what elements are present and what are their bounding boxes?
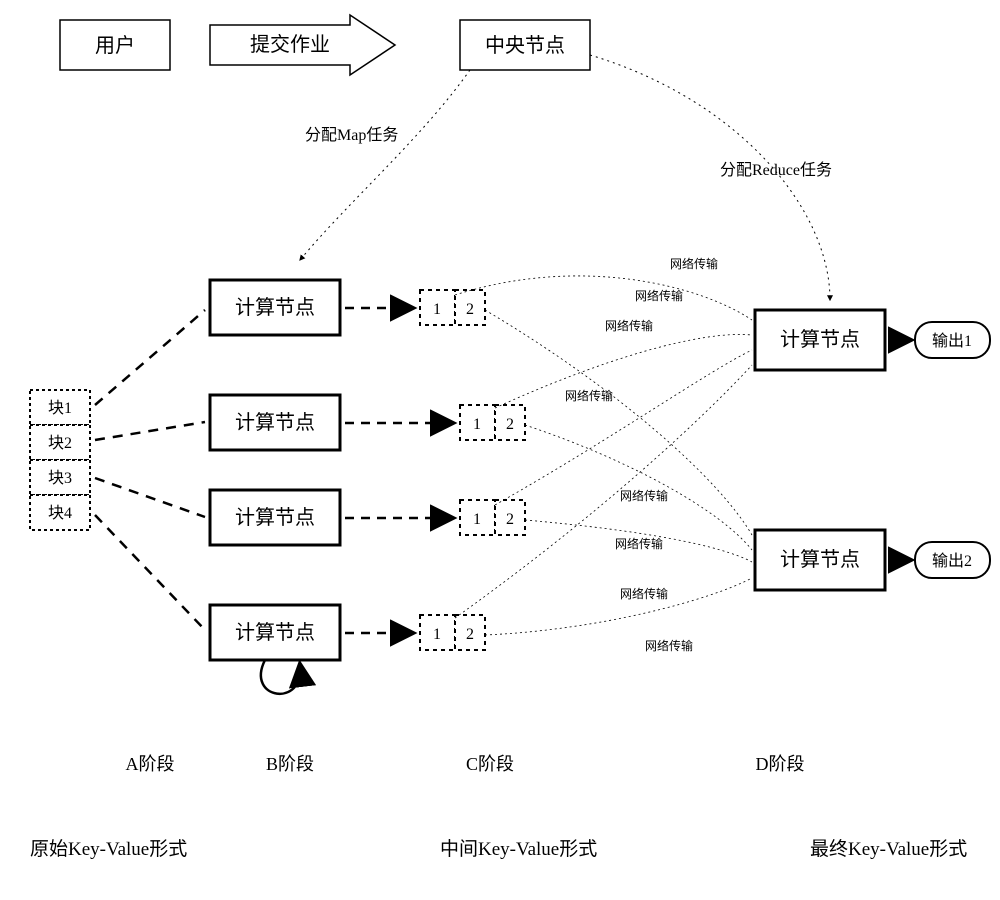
kv-orig: 原始Key-Value形式	[30, 838, 187, 860]
assign-map-arrow	[300, 70, 470, 260]
svg-text:输出1: 输出1	[932, 332, 972, 350]
phase-a: A阶段	[126, 754, 175, 774]
svg-text:网络传输: 网络传输	[670, 256, 718, 271]
shuffle-edges	[455, 276, 752, 635]
svg-text:网络传输: 网络传输	[635, 288, 683, 303]
svg-text:网络传输: 网络传输	[620, 488, 668, 503]
block-4: 块4	[48, 504, 72, 522]
assign-reduce-label: 分配Reduce任务	[720, 161, 832, 179]
map-node-2: 计算节点	[210, 395, 340, 450]
svg-text:1: 1	[473, 511, 481, 528]
svg-text:2: 2	[466, 626, 474, 643]
svg-text:计算节点: 计算节点	[235, 411, 315, 434]
svg-text:1: 1	[433, 626, 441, 643]
kv-mid: 中间Key-Value形式	[440, 838, 597, 860]
block-2: 块2	[48, 434, 72, 452]
svg-text:计算节点: 计算节点	[235, 506, 315, 529]
output-1: 输出1	[915, 322, 990, 358]
svg-text:2: 2	[506, 511, 514, 528]
phase-c: C阶段	[466, 754, 514, 774]
map-node-4: 计算节点	[210, 605, 340, 660]
map-node-3: 计算节点	[210, 490, 340, 545]
svg-text:计算节点: 计算节点	[780, 548, 860, 571]
kv-final: 最终Key-Value形式	[810, 838, 967, 860]
map-to-partition-edges	[345, 308, 452, 633]
svg-text:网络传输: 网络传输	[620, 586, 668, 601]
phase-d: D阶段	[756, 754, 805, 774]
svg-text:计算节点: 计算节点	[235, 296, 315, 319]
user-box: 用户	[60, 20, 170, 70]
block-to-map-edges	[95, 310, 205, 630]
svg-text:1: 1	[473, 416, 481, 433]
svg-text:2: 2	[466, 301, 474, 318]
assign-map-label: 分配Map任务	[305, 126, 398, 144]
svg-text:网络传输: 网络传输	[615, 536, 663, 551]
partitions: 1 2 1 2 1 2 1 2	[420, 290, 525, 650]
central-box: 中央节点	[460, 20, 590, 70]
output-2: 输出2	[915, 542, 990, 578]
svg-text:计算节点: 计算节点	[235, 621, 315, 644]
self-loop-icon	[261, 660, 300, 694]
map-node-1: 计算节点	[210, 280, 340, 335]
svg-text:计算节点: 计算节点	[780, 328, 860, 351]
user-label: 用户	[95, 34, 135, 57]
mapreduce-diagram: 用户 提交作业 中央节点 分配Map任务 分配Reduce任务 块1 块2 块3…	[0, 0, 1000, 900]
central-label: 中央节点	[485, 34, 565, 57]
phase-b: B阶段	[266, 754, 314, 774]
svg-text:输出2: 输出2	[932, 552, 972, 570]
svg-text:网络传输: 网络传输	[605, 318, 653, 333]
submit-arrow: 提交作业	[210, 15, 395, 75]
input-blocks: 块1 块2 块3 块4	[30, 390, 90, 530]
submit-label: 提交作业	[250, 33, 330, 56]
block-1: 块1	[48, 399, 72, 417]
svg-text:2: 2	[506, 416, 514, 433]
reduce-node-2: 计算节点	[755, 530, 885, 590]
block-3: 块3	[48, 469, 72, 487]
svg-text:1: 1	[433, 301, 441, 318]
svg-text:网络传输: 网络传输	[565, 388, 613, 403]
svg-text:网络传输: 网络传输	[645, 638, 693, 653]
reduce-node-1: 计算节点	[755, 310, 885, 370]
